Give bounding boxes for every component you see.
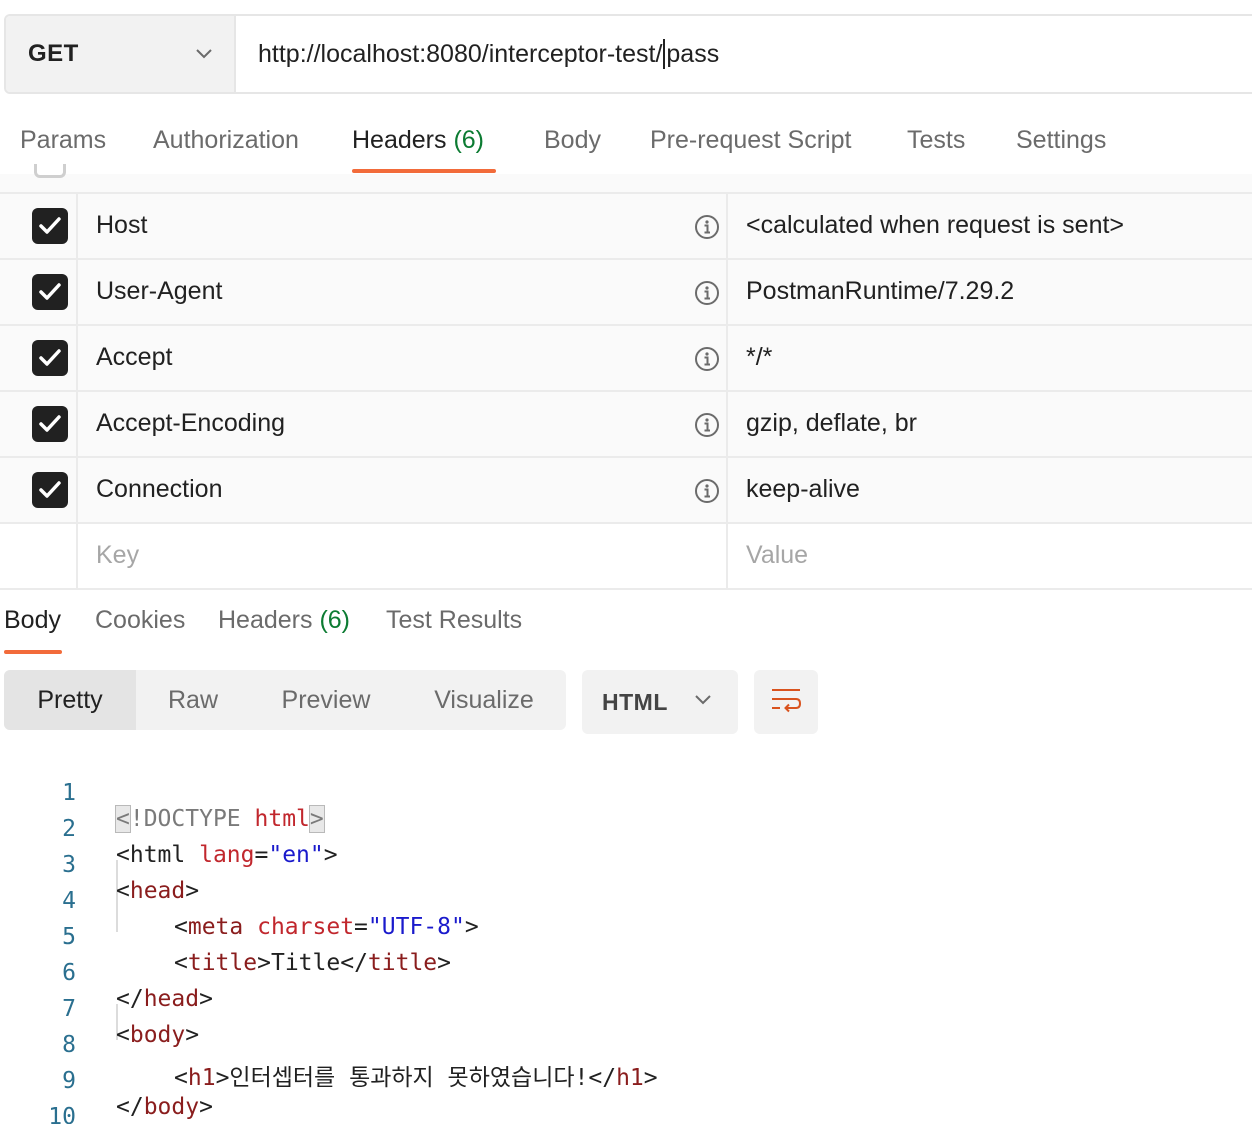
- view-mode-switcher: Pretty Raw Preview Visualize: [4, 670, 566, 730]
- wrap-lines-button[interactable]: [754, 670, 818, 734]
- table-row-partial: [0, 164, 1252, 194]
- code-line: 2 <html lang="en">: [0, 790, 1252, 868]
- header-value[interactable]: gzip, deflate, br: [746, 409, 917, 438]
- tab-pre-request-script[interactable]: Pre-request Script: [650, 126, 851, 155]
- column-divider: [726, 194, 728, 258]
- checkbox-cell-empty: [0, 524, 78, 588]
- header-value[interactable]: PostmanRuntime/7.29.2: [746, 277, 1014, 306]
- header-key[interactable]: Accept: [96, 343, 172, 372]
- method-label: GET: [28, 40, 79, 67]
- code-line: 10 </html>: [0, 1078, 1252, 1124]
- header-key[interactable]: Connection: [96, 475, 222, 504]
- active-response-tab-indicator: [4, 650, 62, 654]
- checkbox-checked-icon[interactable]: [32, 472, 68, 508]
- url-text-end: pass: [666, 39, 720, 68]
- format-select[interactable]: HTML: [582, 670, 738, 734]
- tab-settings[interactable]: Settings: [1016, 126, 1106, 155]
- column-divider: [726, 524, 728, 588]
- response-tab-headers-count: (6): [319, 606, 351, 634]
- checkbox-checked-icon[interactable]: [32, 208, 68, 244]
- new-value-input[interactable]: Value: [746, 541, 808, 570]
- chevron-down-icon: [194, 44, 214, 64]
- checkbox-checked-icon[interactable]: [32, 274, 68, 310]
- new-key-input[interactable]: Key: [96, 541, 139, 570]
- response-body-code[interactable]: 1 <!DOCTYPE html> 2 <html lang="en"> 3 <…: [0, 754, 1252, 1124]
- code-line: 9 </body>: [0, 1042, 1252, 1120]
- tab-tests[interactable]: Tests: [907, 126, 965, 155]
- code-line: 1 <!DOCTYPE html>: [0, 754, 1252, 833]
- checkbox-partial[interactable]: [34, 164, 66, 178]
- table-row: User-Agent PostmanRuntime/7.29.2: [0, 260, 1252, 326]
- request-url-bar: GET http://localhost:8080/interceptor-te…: [4, 14, 1252, 94]
- header-value[interactable]: keep-alive: [746, 475, 860, 504]
- view-mode-raw[interactable]: Raw: [136, 670, 250, 730]
- info-icon[interactable]: [694, 478, 720, 504]
- line-number: 10: [48, 1104, 76, 1124]
- view-mode-pretty[interactable]: Pretty: [4, 670, 136, 730]
- code-line: 5 <title>Title</title>: [0, 898, 1252, 976]
- info-icon[interactable]: [694, 280, 720, 306]
- checkbox-checked-icon[interactable]: [32, 340, 68, 376]
- info-icon[interactable]: [694, 214, 720, 240]
- code-line: 7 <body>: [0, 970, 1252, 1048]
- info-icon[interactable]: [694, 346, 720, 372]
- response-tab-headers-label: Headers: [218, 606, 313, 634]
- column-divider: [726, 458, 728, 522]
- header-key[interactable]: Host: [96, 211, 147, 240]
- checkbox-cell: [0, 260, 78, 324]
- tab-headers[interactable]: Headers (6): [352, 126, 484, 155]
- active-tab-indicator: [352, 169, 496, 173]
- checkbox-cell: [0, 194, 78, 258]
- checkbox-cell: [0, 392, 78, 456]
- text-caret: [663, 39, 666, 69]
- header-key[interactable]: User-Agent: [96, 277, 222, 306]
- headers-table: Host <calculated when request is sent> U…: [0, 164, 1252, 590]
- chevron-down-icon: [694, 693, 712, 711]
- response-tab-test-results[interactable]: Test Results: [386, 606, 522, 635]
- column-divider: [726, 392, 728, 456]
- table-row: Accept-Encoding gzip, deflate, br: [0, 392, 1252, 458]
- checkbox-cell: [0, 326, 78, 390]
- url-input[interactable]: http://localhost:8080/interceptor-test/p…: [236, 16, 1252, 92]
- table-row: Connection keep-alive: [0, 458, 1252, 524]
- table-row-new: Key Value: [0, 524, 1252, 590]
- wrap-lines-icon: [770, 686, 802, 719]
- response-tab-cookies[interactable]: Cookies: [95, 606, 185, 635]
- header-value[interactable]: */*: [746, 343, 772, 372]
- format-label: HTML: [602, 688, 668, 715]
- code-line: 8 <h1>인터셉터를 통과하지 못하였습니다!</h1>: [0, 1006, 1252, 1091]
- view-mode-visualize[interactable]: Visualize: [402, 670, 566, 730]
- view-mode-preview[interactable]: Preview: [250, 670, 402, 730]
- response-tabs: Body Cookies Headers (6) Test Results: [0, 600, 1252, 656]
- column-divider: [726, 260, 728, 324]
- response-tab-body[interactable]: Body: [4, 606, 61, 635]
- tab-headers-count: (6): [453, 126, 485, 154]
- table-row: Accept */*: [0, 326, 1252, 392]
- method-select[interactable]: GET: [6, 16, 236, 92]
- code-line: 4 <meta charset="UTF-8">: [0, 862, 1252, 940]
- column-divider: [726, 326, 728, 390]
- tab-body[interactable]: Body: [544, 126, 601, 155]
- header-key[interactable]: Accept-Encoding: [96, 409, 285, 438]
- tab-params[interactable]: Params: [20, 126, 106, 155]
- info-icon[interactable]: [694, 412, 720, 438]
- response-tab-headers[interactable]: Headers (6): [218, 606, 350, 635]
- tab-headers-label: Headers: [352, 126, 447, 154]
- tab-authorization[interactable]: Authorization: [153, 126, 299, 155]
- code-line: 3 <head>: [0, 826, 1252, 904]
- table-row: Host <calculated when request is sent>: [0, 194, 1252, 260]
- url-text-start: http://localhost:8080/interceptor-test/: [258, 39, 663, 68]
- checkbox-checked-icon[interactable]: [32, 406, 68, 442]
- code-line: 6 </head>: [0, 934, 1252, 1012]
- request-tabs: Params Authorization Headers (6) Body Pr…: [0, 112, 1252, 174]
- checkbox-cell: [0, 458, 78, 522]
- header-value[interactable]: <calculated when request is sent>: [746, 211, 1124, 240]
